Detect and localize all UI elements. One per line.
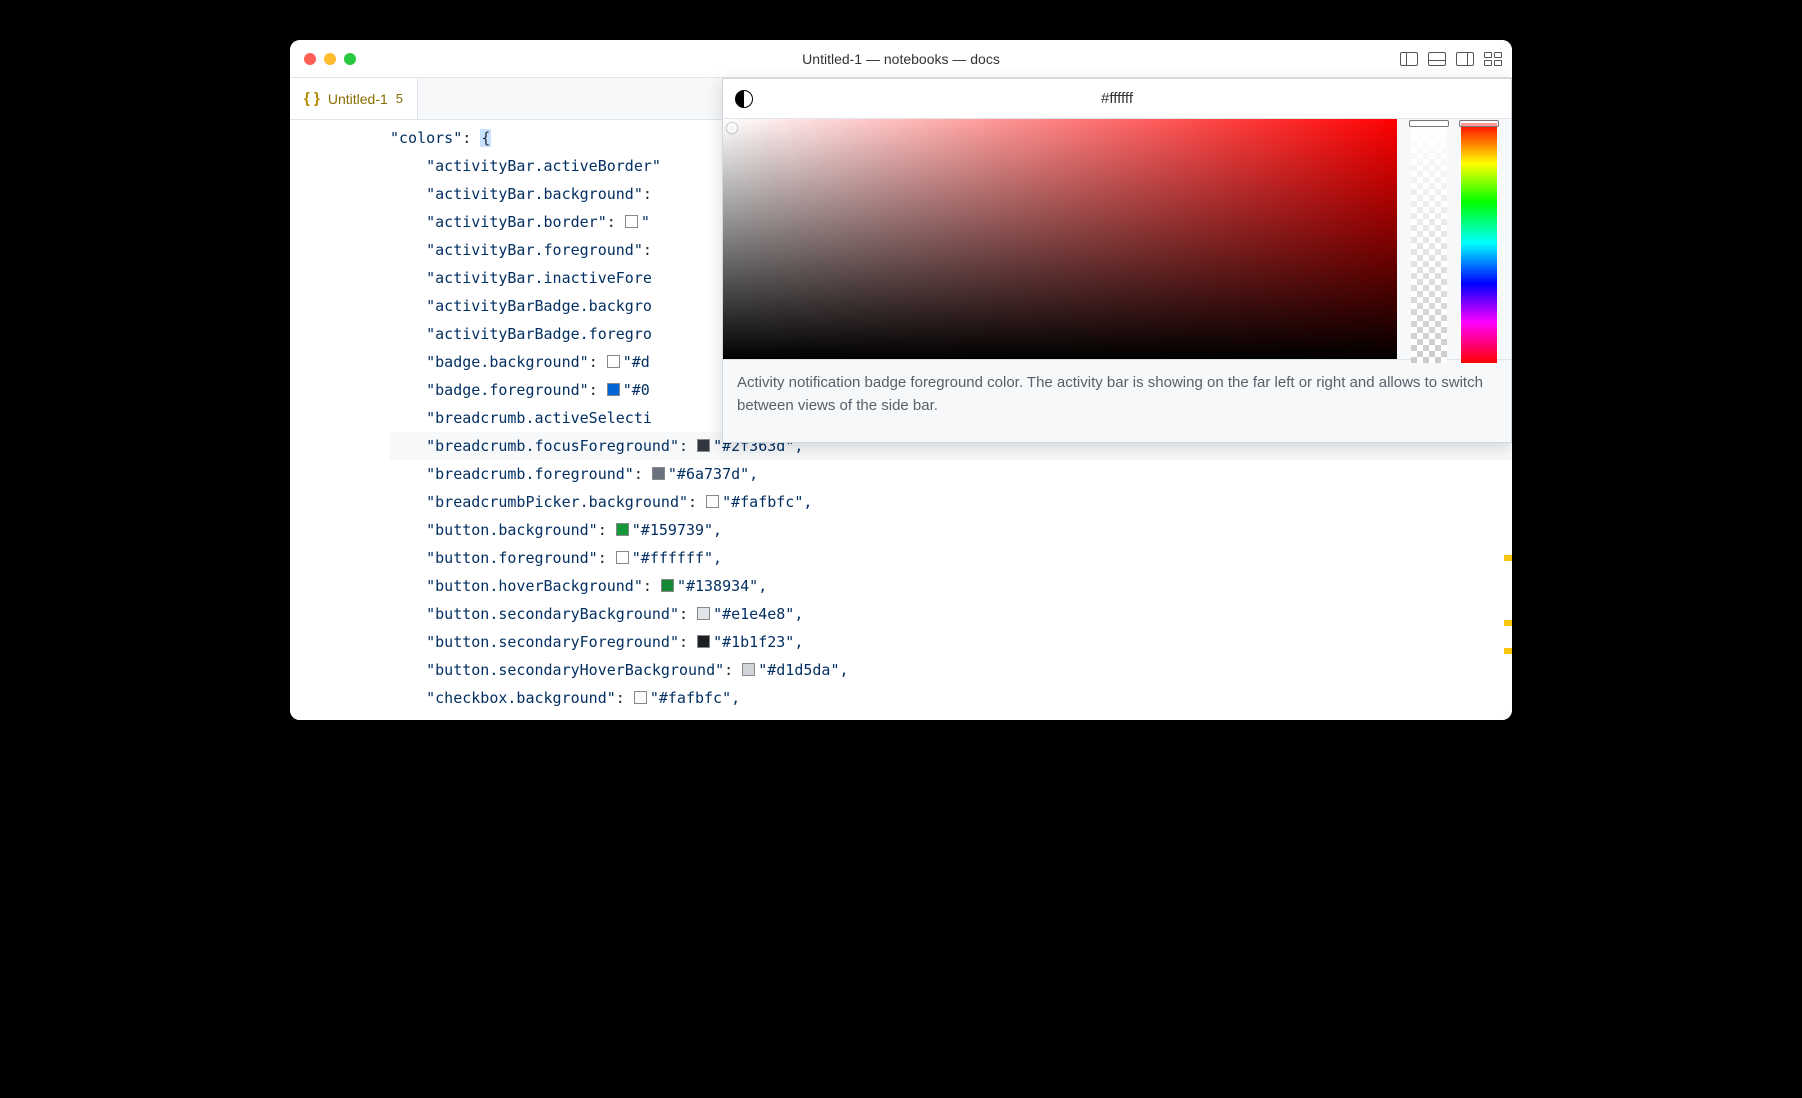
code-line: "button.secondaryHoverBackground": "#d1d…: [390, 656, 1512, 684]
json-value: "#159739",: [632, 521, 722, 539]
json-value: "#1b1f23",: [713, 633, 803, 651]
color-picker: #ffffff Activity notification badge fore…: [722, 78, 1512, 443]
json-key: "checkbox.background": [426, 689, 616, 707]
color-swatch[interactable]: [607, 383, 620, 396]
color-swatch[interactable]: [616, 551, 629, 564]
color-swatch[interactable]: [697, 607, 710, 620]
zoom-icon[interactable]: [344, 53, 356, 65]
hue-handle[interactable]: [1459, 120, 1499, 127]
color-picker-header: #ffffff: [723, 79, 1511, 119]
json-value: ": [641, 213, 650, 231]
json-key: "activityBar.border": [426, 213, 607, 231]
json-value: "#d: [623, 353, 650, 371]
hue-slider[interactable]: [1461, 123, 1497, 363]
saturation-field[interactable]: [723, 119, 1397, 359]
color-hex-value[interactable]: #ffffff: [723, 90, 1511, 107]
titlebar: Untitled-1 — notebooks — docs: [290, 40, 1512, 78]
customize-layout-icon[interactable]: [1484, 52, 1502, 66]
json-value: "#fafbfc",: [722, 493, 812, 511]
json-key: "button.secondaryBackground": [426, 605, 679, 623]
saturation-cursor[interactable]: [727, 123, 737, 133]
tab-title: Untitled-1: [328, 91, 388, 107]
code-line: "checkbox.background": "#fafbfc",: [390, 684, 1512, 712]
layout-controls: [1400, 52, 1502, 66]
json-key: "button.secondaryHoverBackground": [426, 661, 724, 679]
editor-tab[interactable]: { } Untitled-1 5: [290, 78, 418, 119]
json-value: "#0: [623, 381, 650, 399]
alpha-slider[interactable]: [1411, 123, 1447, 363]
json-key: "badge.foreground": [426, 381, 589, 399]
code-line: "breadcrumb.foreground": "#6a737d",: [390, 460, 1512, 488]
code-line: "button.secondaryBackground": "#e1e4e8",: [390, 600, 1512, 628]
color-picker-body: [723, 119, 1511, 359]
code-line: "button.foreground": "#ffffff",: [390, 544, 1512, 572]
code-line: "button.background": "#159739",: [390, 516, 1512, 544]
tab-problems-count: 5: [396, 91, 403, 106]
code-line: "breadcrumbPicker.background": "#fafbfc"…: [390, 488, 1512, 516]
toggle-panel-icon[interactable]: [1428, 52, 1446, 66]
json-key: "breadcrumb.focusForeground": [426, 437, 679, 455]
json-key: "activityBarBadge.foregro: [426, 325, 652, 343]
color-swatch[interactable]: [706, 495, 719, 508]
gutter: [290, 120, 350, 720]
json-key: "breadcrumb.activeSelecti: [426, 409, 652, 427]
json-value: "#e1e4e8",: [713, 605, 803, 623]
json-file-icon: { }: [304, 90, 320, 107]
json-value: "#ffffff",: [632, 549, 722, 567]
json-key: "colors": [390, 129, 462, 147]
json-value: "#d1d5da",: [758, 661, 848, 679]
json-key: "button.foreground": [426, 549, 598, 567]
minimize-icon[interactable]: [324, 53, 336, 65]
json-value: "#fafbfc",: [650, 689, 740, 707]
color-swatch[interactable]: [661, 579, 674, 592]
json-key: "activityBar.foreground": [426, 241, 643, 259]
code-line: "button.secondaryForeground": "#1b1f23",: [390, 628, 1512, 656]
json-value: "#6a737d",: [668, 465, 758, 483]
code-line: "button.hoverBackground": "#138934",: [390, 572, 1512, 600]
color-swatch[interactable]: [652, 467, 665, 480]
color-swatch[interactable]: [697, 635, 710, 648]
json-key: "button.secondaryForeground": [426, 633, 679, 651]
toggle-secondary-sidebar-icon[interactable]: [1456, 52, 1474, 66]
overview-marker: [1504, 555, 1512, 561]
color-swatch[interactable]: [625, 215, 638, 228]
color-swatch[interactable]: [616, 523, 629, 536]
json-key: "button.hoverBackground": [426, 577, 643, 595]
overview-marker: [1504, 648, 1512, 654]
json-key: "activityBar.background": [426, 185, 643, 203]
json-key: "activityBarBadge.backgro: [426, 297, 652, 315]
json-value: "#138934",: [677, 577, 767, 595]
json-key: "badge.background": [426, 353, 589, 371]
app-window: Untitled-1 — notebooks — docs { } Untitl…: [290, 40, 1512, 720]
window-controls: [290, 53, 356, 65]
color-swatch[interactable]: [697, 439, 710, 452]
json-key: "breadcrumbPicker.background": [426, 493, 688, 511]
color-swatch[interactable]: [742, 663, 755, 676]
toggle-primary-sidebar-icon[interactable]: [1400, 52, 1418, 66]
json-key: "activityBar.activeBorder": [426, 157, 661, 175]
json-key: "breadcrumb.foreground": [426, 465, 634, 483]
overview-marker: [1504, 620, 1512, 626]
color-swatch[interactable]: [607, 355, 620, 368]
json-key: "activityBar.inactiveFore: [426, 269, 652, 287]
color-swatch[interactable]: [634, 691, 647, 704]
window-title: Untitled-1 — notebooks — docs: [290, 51, 1512, 67]
alpha-handle[interactable]: [1409, 120, 1449, 127]
color-description: Activity notification badge foreground c…: [723, 359, 1511, 442]
close-icon[interactable]: [304, 53, 316, 65]
json-key: "button.background": [426, 521, 598, 539]
